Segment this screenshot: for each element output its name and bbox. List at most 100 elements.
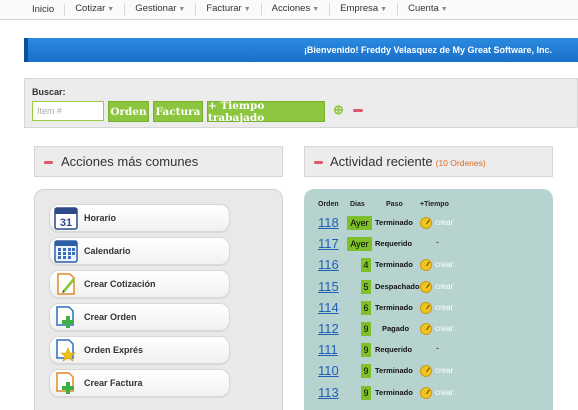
- schedule-calendar-icon: 31: [54, 206, 78, 230]
- action-orden-expres-button[interactable]: Orden Exprés: [49, 336, 230, 364]
- search-factura-button[interactable]: Factura: [153, 101, 203, 122]
- order-number-link[interactable]: 118: [318, 215, 339, 230]
- activity-row: 111 9 Requerido -: [304, 340, 553, 360]
- step-status: Requerido: [375, 239, 413, 249]
- nav-item-label: Facturar: [206, 3, 242, 14]
- action-label: Crear Cotización: [84, 279, 156, 289]
- collapse-minus-icon[interactable]: [314, 161, 323, 164]
- create-time-link[interactable]: crear: [435, 260, 453, 269]
- create-time-link[interactable]: crear: [435, 388, 453, 397]
- clock-icon: [420, 301, 432, 314]
- create-time-link[interactable]: crear: [435, 303, 453, 312]
- nav-item-label: Gestionar: [135, 3, 177, 14]
- order-number-link[interactable]: 117: [318, 236, 339, 251]
- create-quote-icon: [54, 272, 78, 296]
- add-tiempo-trabajado-button[interactable]: + Tiempo trabajado: [207, 100, 325, 124]
- step-status: Terminado: [375, 387, 413, 397]
- chevron-down-icon: ▼: [312, 6, 320, 13]
- days-badge: 6: [361, 300, 371, 315]
- search-input[interactable]: [32, 101, 104, 121]
- days-badge: 4: [361, 258, 371, 273]
- nav-item-empresa[interactable]: Empresa ▼: [330, 3, 399, 16]
- step-status: Terminado: [375, 260, 413, 270]
- nav-item-facturar[interactable]: Facturar ▼: [196, 3, 262, 16]
- order-number-link[interactable]: 110: [318, 363, 339, 378]
- nav-item-label: Inicio: [32, 3, 55, 15]
- welcome-banner: ¡Bienvenido! Freddy Velasquez de My Grea…: [24, 38, 578, 62]
- clock-icon: [420, 365, 432, 378]
- step-status: Pagado: [382, 324, 410, 333]
- clock-icon: [420, 217, 432, 229]
- step-status: Requerido: [375, 345, 413, 355]
- chevron-down-icon: ▼: [243, 6, 251, 13]
- order-number-link[interactable]: 111: [318, 342, 338, 357]
- step-status: Terminado: [375, 218, 413, 227]
- common-actions-title: Acciones más comunes: [61, 154, 199, 169]
- clock-icon: [420, 259, 432, 272]
- days-badge: 9: [361, 364, 371, 379]
- days-badge: 9: [361, 322, 371, 336]
- nav-item-cotizar[interactable]: Cotizar ▼: [65, 3, 126, 16]
- activity-row: 117 Ayer Requerido -: [304, 234, 553, 254]
- clock-icon: [420, 280, 432, 293]
- order-number-link[interactable]: 113: [318, 385, 339, 400]
- chevron-down-icon: ▼: [380, 6, 388, 13]
- common-actions-panel: 31 Horario Calendario Crear Cotización C…: [34, 189, 283, 410]
- search-orden-button[interactable]: Orden: [108, 101, 149, 122]
- days-badge: 5: [361, 279, 371, 294]
- activity-row: 118 Ayer Terminado crear: [304, 213, 553, 233]
- nav-item-acciones[interactable]: Acciones ▼: [262, 3, 331, 16]
- nav-item-label: Empresa: [340, 3, 379, 14]
- search-panel: Buscar: Orden Factura + Tiempo trabajado…: [24, 78, 578, 128]
- create-time-link[interactable]: crear: [435, 218, 453, 227]
- calendar-grid-icon: [54, 239, 78, 263]
- chevron-down-icon: ▼: [178, 6, 186, 13]
- step-status: Despachado: [375, 281, 420, 291]
- order-number-link[interactable]: 112: [318, 321, 339, 336]
- collapse-minus-icon[interactable]: [44, 161, 53, 164]
- action-crear-factura-button[interactable]: Crear Factura: [49, 369, 230, 397]
- step-status: Terminado: [375, 366, 413, 376]
- nav-item-cuenta[interactable]: Cuenta ▼: [398, 3, 458, 16]
- activity-row: 116 4 Terminado crear: [304, 255, 553, 275]
- column-header-orden: Orden: [318, 201, 339, 208]
- chevron-down-icon: ▼: [440, 6, 448, 13]
- order-number-link[interactable]: 115: [318, 279, 339, 294]
- order-number-link[interactable]: 116: [318, 257, 339, 272]
- common-actions-header: Acciones más comunes: [34, 146, 283, 177]
- recent-activity-panel: Orden Dias Paso +Tiempo 118 Ayer Terminado…: [304, 189, 553, 410]
- action-label: Crear Orden: [84, 312, 137, 322]
- action-label: Orden Exprés: [84, 345, 144, 355]
- calendar-day-number: 31: [60, 217, 72, 229]
- clock-icon: [420, 323, 432, 335]
- action-label: Crear Factura: [84, 378, 143, 388]
- activity-row: 110 9 Terminado crear: [304, 361, 553, 381]
- activity-row: 113 9 Terminado crear: [304, 383, 553, 403]
- create-invoice-icon: [54, 371, 78, 395]
- column-header-tiempo: +Tiempo: [420, 201, 449, 208]
- nav-item-label: Acciones: [271, 3, 311, 14]
- action-crear-orden-button[interactable]: Crear Orden: [49, 303, 230, 331]
- create-time-link[interactable]: crear: [435, 366, 453, 375]
- order-number-link[interactable]: 114: [318, 300, 339, 315]
- nav-item-label: Cotizar: [75, 3, 106, 14]
- action-label: Calendario: [84, 246, 131, 256]
- column-header-paso: Paso: [386, 201, 403, 208]
- action-calendario-button[interactable]: Calendario: [49, 237, 230, 265]
- create-order-icon: [54, 305, 78, 329]
- minus-icon[interactable]: [353, 109, 363, 112]
- recent-activity-title: Actividad reciente: [330, 154, 433, 169]
- action-crear-cotizacion-button[interactable]: Crear Cotización: [49, 270, 230, 298]
- nav-item-inicio[interactable]: Inicio: [22, 3, 66, 16]
- column-header-dias: Dias: [350, 201, 365, 208]
- nav-item-label: Cuenta: [408, 3, 439, 14]
- nav-item-gestionar[interactable]: Gestionar ▼: [125, 3, 197, 16]
- create-time-link[interactable]: crear: [435, 282, 453, 291]
- action-horario-button[interactable]: 31 Horario: [49, 204, 230, 232]
- activity-row: 114 6 Terminado crear: [304, 298, 553, 318]
- search-label: Buscar:: [32, 87, 66, 97]
- create-time-link[interactable]: crear: [435, 324, 453, 333]
- plus-icon[interactable]: ⊕: [333, 103, 345, 116]
- days-badge: Ayer: [347, 216, 372, 230]
- time-placeholder: -: [436, 237, 439, 248]
